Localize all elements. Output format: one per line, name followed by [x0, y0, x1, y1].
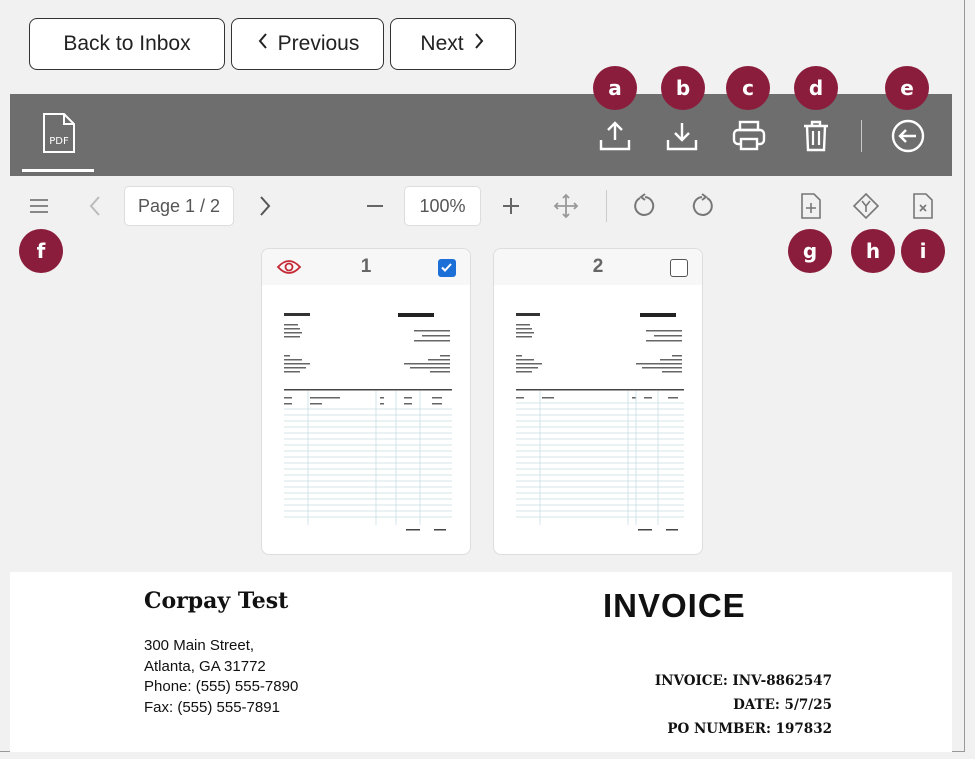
company-name: Corpay Test — [144, 588, 289, 614]
add-page-icon[interactable] — [796, 191, 826, 221]
company-address: 300 Main Street, Atlanta, GA 31772 Phone… — [144, 636, 298, 718]
document-page: Corpay Test 300 Main Street, Atlanta, GA… — [10, 572, 952, 752]
previous-button[interactable]: Previous — [231, 18, 384, 70]
chevron-right-icon — [472, 31, 486, 57]
delete-page-icon[interactable] — [908, 191, 938, 221]
thumbnail-checkbox[interactable] — [670, 259, 688, 277]
badge-e: e — [885, 66, 929, 110]
address-line: Phone: (555) 555-7890 — [144, 678, 299, 695]
viewer-toolbar: Page 1 / 2 100% — [10, 176, 952, 236]
thumbnail-checkbox[interactable] — [438, 259, 456, 277]
app-frame: Back to Inbox Previous Next a b c d e f … — [0, 0, 965, 752]
trash-icon[interactable] — [796, 116, 836, 156]
address-line: Atlanta, GA 31772 — [144, 657, 266, 675]
back-circle-icon[interactable] — [888, 116, 928, 156]
badge-d: d — [794, 66, 838, 110]
page-thumbnail-1[interactable]: 1 — [261, 248, 471, 555]
toolbar-divider — [861, 120, 862, 152]
page-thumbnail-2[interactable]: 2 — [493, 248, 703, 555]
badge-g: g — [788, 229, 832, 273]
invoice-number: INVOICE: INV-8862547 — [654, 673, 832, 689]
viewer-divider — [606, 190, 607, 222]
next-label: Next — [420, 32, 464, 55]
next-button[interactable]: Next — [390, 18, 516, 70]
address-line: 300 Main Street, — [144, 637, 255, 654]
page-preview-1 — [284, 313, 452, 531]
thumbnail-header: 2 — [494, 249, 702, 285]
chevron-left-icon[interactable] — [80, 191, 110, 221]
pdf-tab-label: PDF — [49, 136, 69, 147]
zoom-out-icon[interactable] — [360, 191, 390, 221]
thumbnail-header: 1 — [262, 249, 470, 285]
rotate-left-icon[interactable] — [630, 191, 660, 221]
badge-c: c — [726, 66, 770, 110]
address-line: Fax: (555) 555-7891 — [144, 698, 280, 716]
invoice-date: DATE: 5/7/25 — [733, 697, 832, 713]
back-to-inbox-label: Back to Inbox — [63, 32, 191, 55]
zoom-level[interactable]: 100% — [404, 186, 481, 226]
chevron-left-icon — [256, 31, 270, 57]
invoice-meta: INVOICE: INV-8862547 DATE: 5/7/25 PO NUM… — [655, 669, 832, 741]
page-preview-2 — [516, 313, 684, 531]
download-icon[interactable] — [662, 116, 702, 156]
upload-icon[interactable] — [595, 116, 635, 156]
zoom-in-icon[interactable] — [496, 191, 526, 221]
rotate-right-icon[interactable] — [687, 191, 717, 221]
badge-b: b — [661, 66, 705, 110]
chevron-right-icon[interactable] — [250, 191, 280, 221]
badge-h: h — [851, 229, 895, 273]
merge-icon[interactable] — [851, 191, 881, 221]
print-icon[interactable] — [729, 116, 769, 156]
invoice-title: INVOICE — [603, 587, 746, 624]
badge-f: f — [19, 229, 63, 273]
back-to-inbox-button[interactable]: Back to Inbox — [29, 18, 225, 70]
pdf-file-icon: PDF — [43, 113, 75, 153]
menu-icon[interactable] — [24, 191, 54, 221]
previous-label: Previous — [277, 32, 360, 55]
pdf-tab[interactable]: PDF — [22, 112, 94, 172]
badge-i: i — [901, 229, 945, 273]
page-indicator[interactable]: Page 1 / 2 — [124, 186, 234, 226]
fit-icon[interactable] — [551, 191, 581, 221]
badge-a: a — [593, 66, 637, 110]
po-number: PO NUMBER: 197832 — [667, 721, 832, 737]
